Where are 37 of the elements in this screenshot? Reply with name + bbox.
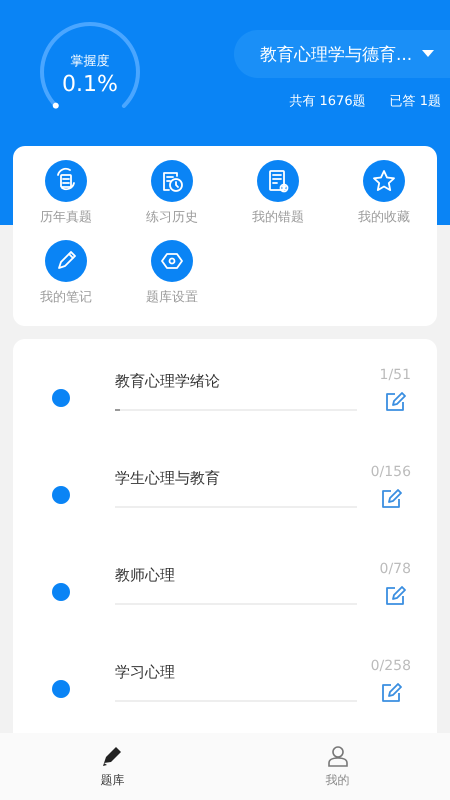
chapter-count: 0/258 [370,658,411,674]
subject-dropdown[interactable]: 教育心理学与德育... [234,30,450,78]
pencil-icon [45,240,87,282]
stat-text: 已答 1题 [390,93,441,110]
mastery-label: 掌握度 [70,52,110,70]
chapter-count: 0/156 [370,464,411,480]
shortcut-button[interactable]: 我的错题 [225,160,331,226]
chapter-dot [52,486,70,504]
nav-tab[interactable]: 我的 [225,733,450,800]
shortcut-button[interactable]: 练习历史 [119,160,225,226]
chapter-title[interactable]: 学生心理与教育 [115,469,357,488]
chapter-title[interactable]: 学习心理 [115,663,357,682]
edit-button[interactable] [380,488,402,510]
edit-button[interactable] [380,682,402,704]
progress-dot [52,102,59,109]
refresh-badge-icon [45,160,87,202]
nav-tab[interactable]: 题库 [0,733,225,800]
shortcut-button[interactable]: 我的笔记 [13,240,119,306]
shortcut-button[interactable]: 题库设置 [119,240,225,306]
chapter-count: 0/78 [380,561,411,577]
user-icon [326,744,350,768]
chapter-dot [52,583,70,601]
chapter-title[interactable]: 教师心理 [115,566,357,585]
chapter-title[interactable]: 教育心理学绪论 [115,372,357,391]
chapter-dot [52,680,70,698]
mastery-value: 0.1% [62,72,118,96]
edit-button[interactable] [384,391,406,413]
stat-text: 共有 1676题 [289,93,366,110]
shortcut-button[interactable]: 历年真题 [13,160,119,226]
shortcut-button[interactable]: 我的收藏 [331,160,437,226]
document-cross-icon [257,160,299,202]
edit-button[interactable] [384,585,406,607]
chapter-dot [52,389,70,407]
hexagon-nut-icon [151,240,193,282]
caret-icon [422,50,434,58]
clock-document-icon [151,160,193,202]
chapter-count: 1/51 [380,367,411,383]
